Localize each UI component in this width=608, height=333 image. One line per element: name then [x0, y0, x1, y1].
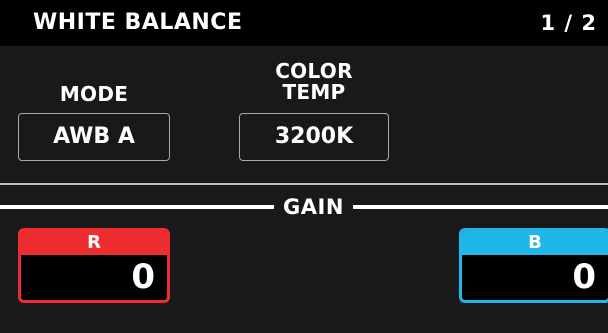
b-gain-value: 0	[572, 257, 596, 297]
header-bar: WHITE BALANCE 1 / 2	[0, 0, 608, 46]
r-gain-value: 0	[131, 257, 155, 297]
color-temp-value-button[interactable]: 3200K	[239, 113, 389, 161]
mode-label: MODE	[59, 82, 129, 106]
color-temp-label: COLOR TEMP	[239, 61, 389, 103]
r-gain-control[interactable]: R 0	[18, 228, 170, 303]
white-balance-screen: WHITE BALANCE 1 / 2 MODE COLOR TEMP AWB …	[0, 0, 608, 333]
color-temp-label-line2: TEMP	[282, 80, 346, 104]
color-temp-label-line1: COLOR	[275, 59, 353, 83]
mode-value-button[interactable]: AWB A	[18, 113, 170, 161]
gain-section-title: GAIN	[283, 195, 344, 219]
gain-rule-left	[0, 205, 274, 209]
gain-rule-right	[353, 205, 608, 209]
b-gain-label: B	[462, 231, 608, 255]
r-gain-label: R	[21, 231, 167, 255]
b-gain-control[interactable]: B 0	[459, 228, 608, 303]
page-title: WHITE BALANCE	[33, 10, 243, 35]
section-divider	[0, 183, 608, 185]
page-indicator: 1 / 2	[540, 11, 597, 35]
